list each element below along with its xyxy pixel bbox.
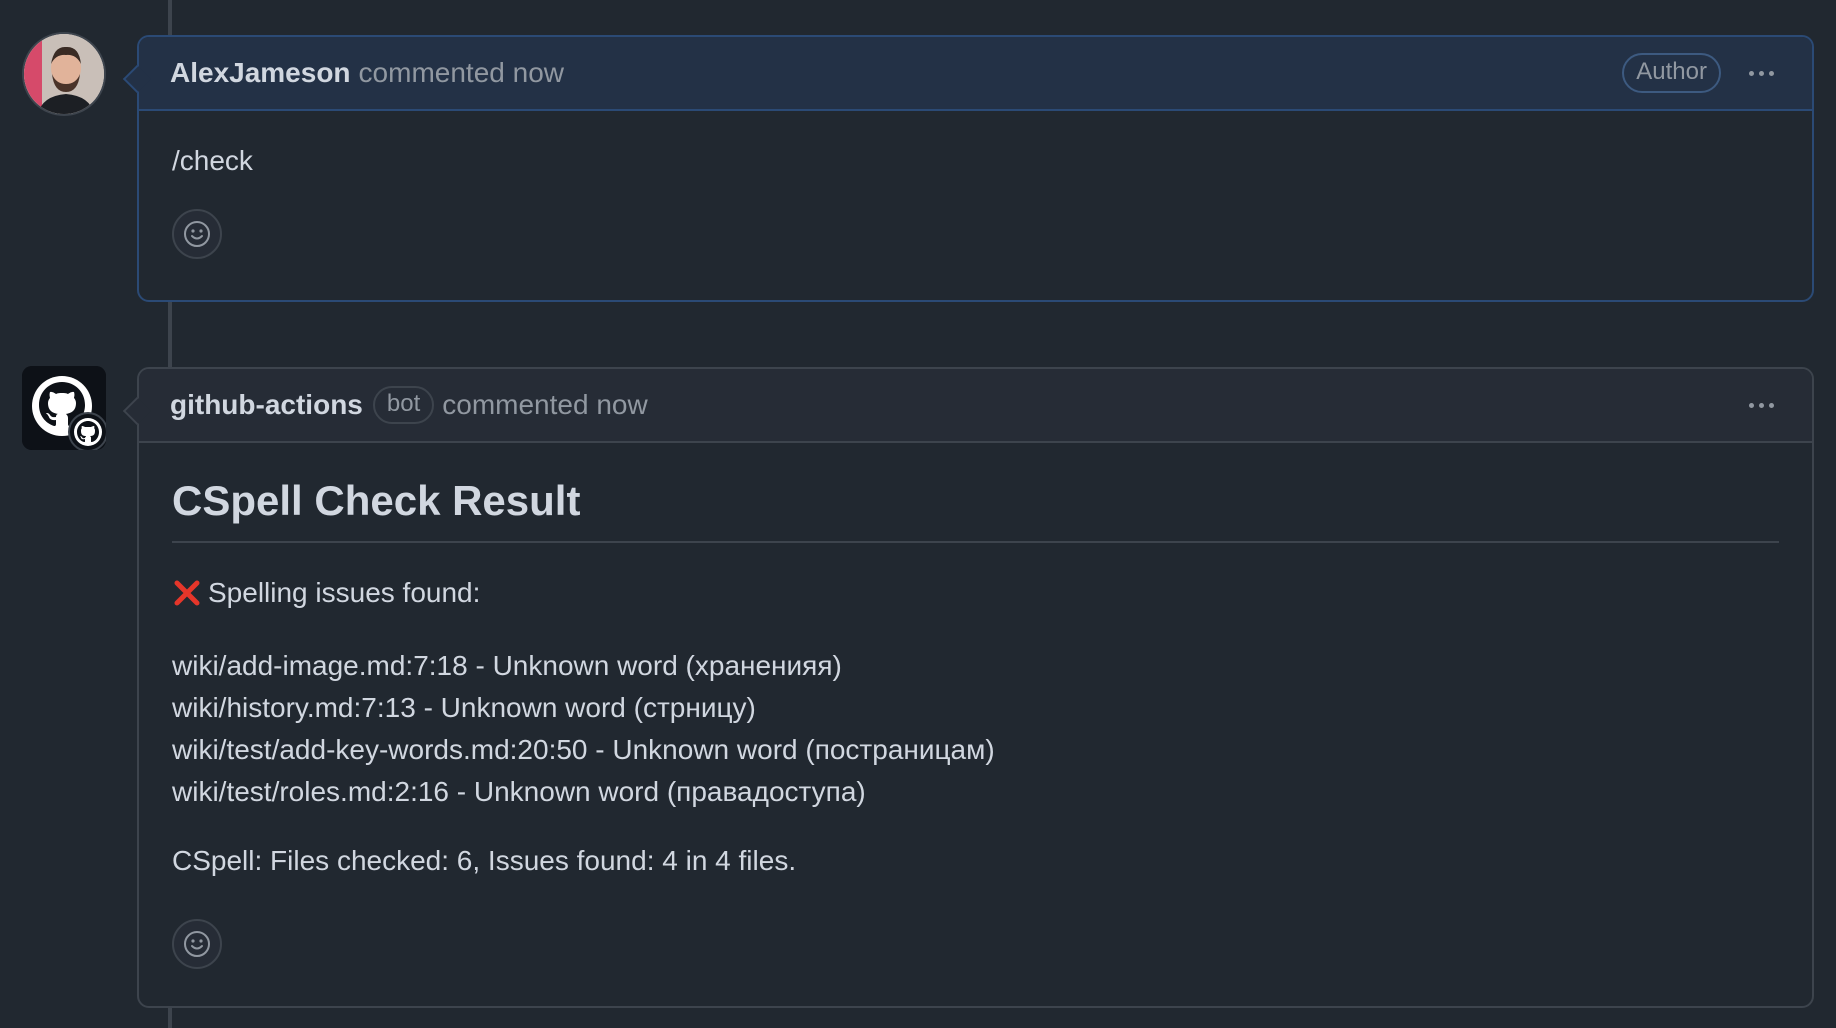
cross-mark-icon (174, 580, 200, 606)
issue-line: wiki/add-image.md:7:18 - Unknown word (х… (172, 650, 842, 681)
comment-timestamp[interactable]: commented now (442, 389, 647, 421)
bot-avatar[interactable] (22, 366, 108, 452)
user-avatar-image (24, 34, 104, 114)
kebab-horizontal-icon (1749, 70, 1754, 76)
issue-line: wiki/test/roles.md:2:16 - Unknown word (… (172, 776, 866, 807)
comment-body: /check (139, 145, 1812, 259)
comment-card: AlexJameson commented now Author /check (122, 35, 1814, 302)
more-options-button[interactable] (1743, 65, 1780, 82)
issue-line: wiki/history.md:7:13 - Unknown word (стр… (172, 692, 756, 723)
smiley-icon (184, 221, 210, 247)
issue-line: wiki/test/add-key-words.md:20:50 - Unkno… (172, 734, 995, 765)
github-octocat-icon (22, 366, 108, 452)
status-text: Spelling issues found: (208, 577, 481, 608)
result-heading: CSpell Check Result (172, 477, 1779, 543)
comment-header: AlexJameson commented now Author (139, 37, 1812, 111)
comment-timestamp[interactable]: commented now (359, 57, 564, 89)
more-options-button[interactable] (1743, 397, 1780, 414)
author-link[interactable]: github-actions (170, 389, 363, 421)
kebab-horizontal-icon (1749, 402, 1754, 408)
user-avatar[interactable] (22, 32, 106, 116)
comment-header: github-actions bot commented now (139, 369, 1812, 443)
add-reaction-button[interactable] (172, 209, 222, 259)
comment-text: /check (172, 145, 253, 176)
author-link[interactable]: AlexJameson (170, 57, 351, 89)
issue-list: wiki/add-image.md:7:18 - Unknown word (х… (172, 645, 1779, 813)
add-reaction-button[interactable] (172, 919, 222, 969)
bot-badge: bot (372, 386, 435, 424)
summary-text: CSpell: Files checked: 6, Issues found: … (172, 845, 797, 876)
comment-body: CSpell Check Result Spelling issues foun… (139, 477, 1812, 969)
smiley-icon (184, 931, 210, 957)
status-line: Spelling issues found: (172, 577, 1779, 609)
author-badge: Author (1622, 53, 1721, 93)
comment-card: github-actions bot commented now CSpell … (122, 367, 1814, 1008)
